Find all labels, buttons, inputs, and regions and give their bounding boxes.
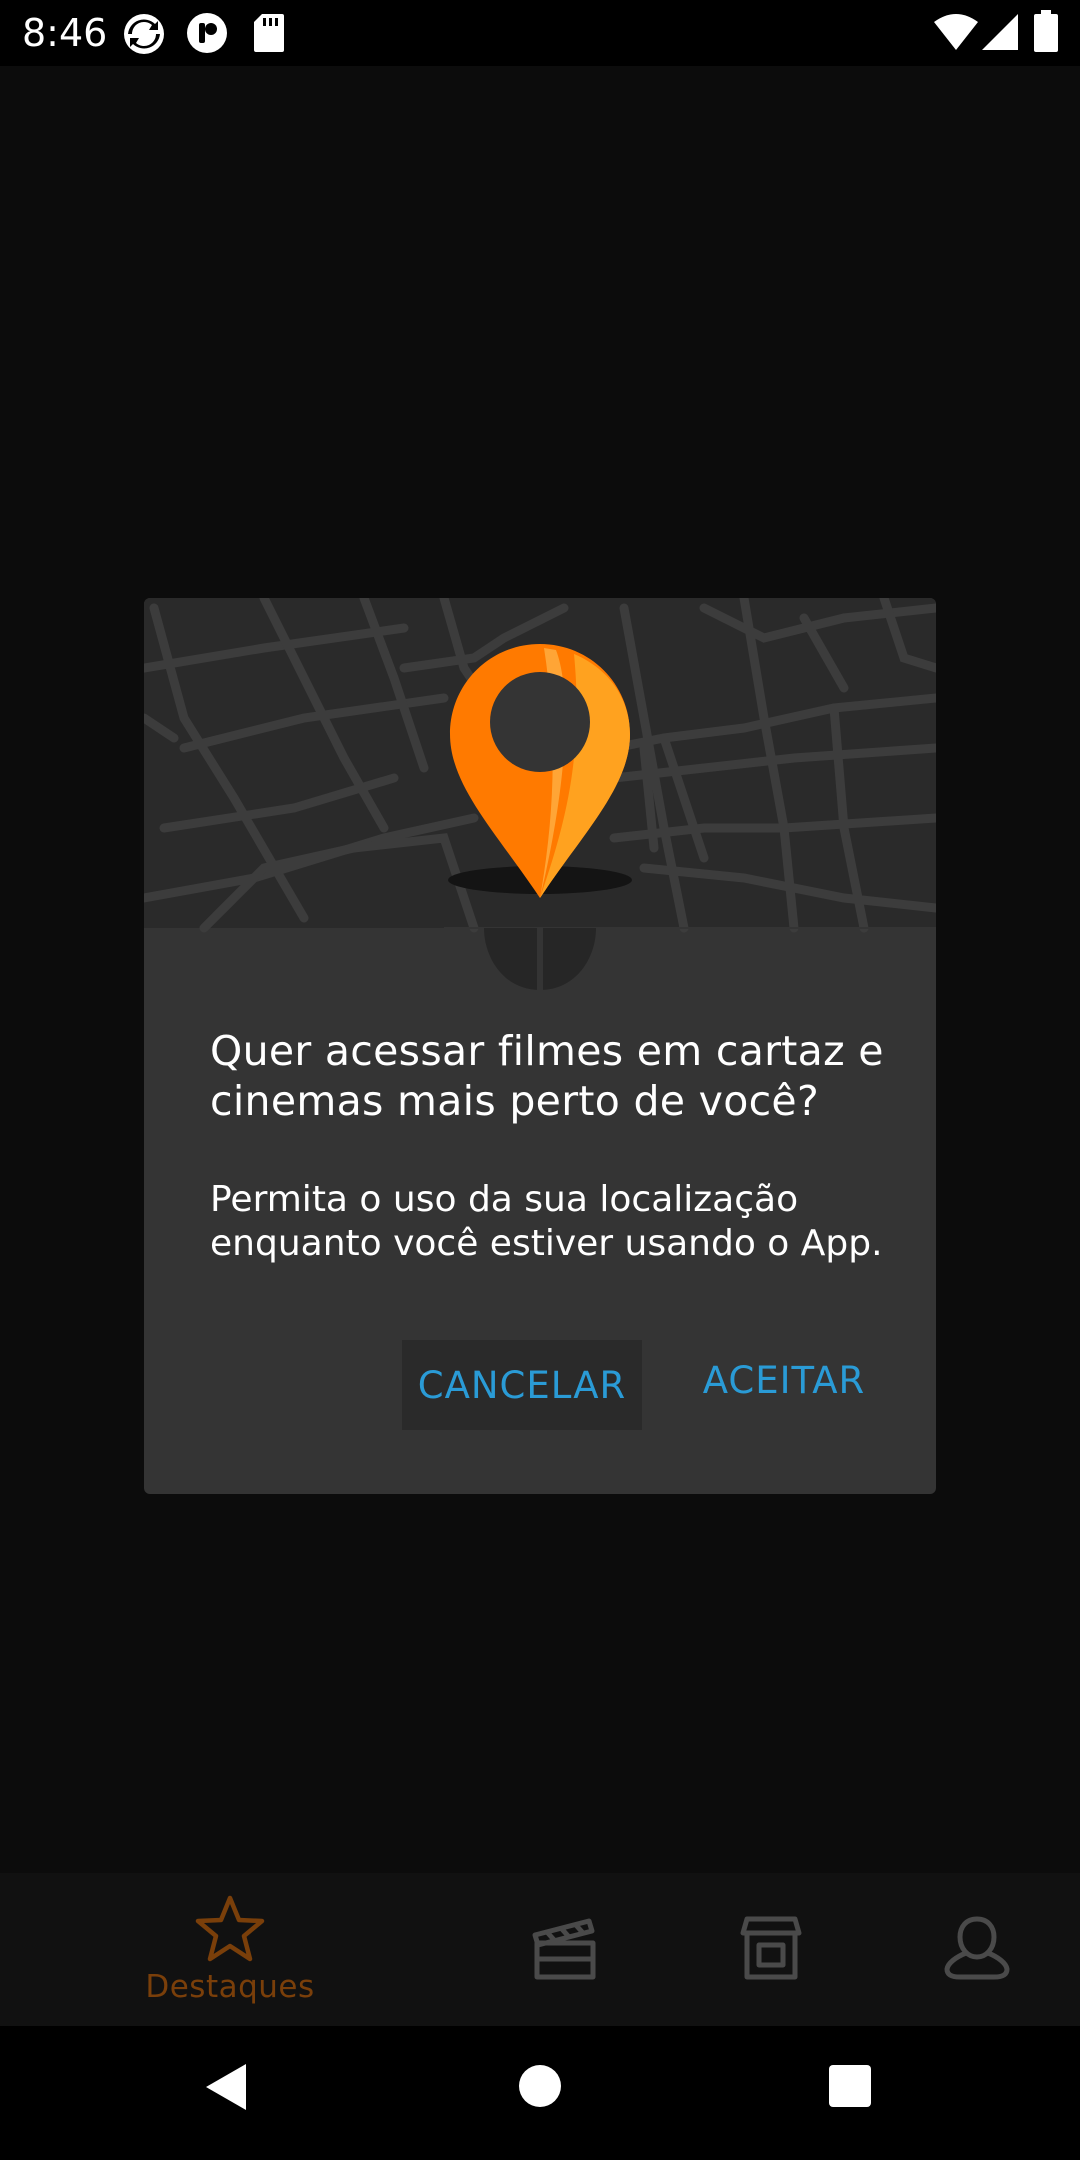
dialog-title: Quer acessar filmes em cartaz e cinemas … <box>210 1027 884 1125</box>
accept-button[interactable]: ACEITAR <box>684 1340 884 1420</box>
system-navigation-bar <box>0 2026 1080 2160</box>
map-illustration <box>144 598 936 998</box>
battery-icon <box>1034 10 1058 56</box>
cinema-building-icon <box>739 1915 803 1985</box>
nav-item-filmes[interactable] <box>500 1873 630 2026</box>
location-permission-dialog: Quer acessar filmes em cartaz e cinemas … <box>144 598 936 1494</box>
recents-icon[interactable] <box>828 2064 872 2112</box>
sd-card-icon <box>254 14 284 56</box>
status-time: 8:46 <box>22 11 108 55</box>
nav-item-cinemas[interactable] <box>706 1873 836 2026</box>
screen: 8:46 Quer acessar filmes em cartaz e cin… <box>0 0 1080 2160</box>
bottom-navigation: Destaques <box>0 1873 1080 2026</box>
nav-item-perfil[interactable] <box>912 1873 1042 2026</box>
star-icon <box>195 1895 265 1967</box>
clapperboard-icon <box>531 1915 599 1985</box>
signal-icon <box>982 14 1018 54</box>
status-bar: 8:46 <box>0 0 1080 66</box>
app-icon <box>186 12 228 58</box>
profile-icon <box>942 1915 1012 1985</box>
nav-item-destaques[interactable]: Destaques <box>130 1873 330 2026</box>
cancel-button[interactable]: CANCELAR <box>402 1340 642 1430</box>
nav-label-destaques: Destaques <box>145 1968 315 2005</box>
back-icon[interactable] <box>202 2062 248 2116</box>
sync-icon <box>122 12 166 60</box>
wifi-icon <box>934 14 978 54</box>
home-icon[interactable] <box>518 2064 562 2112</box>
dialog-message: Permita o uso da sua localização enquant… <box>210 1179 883 1264</box>
